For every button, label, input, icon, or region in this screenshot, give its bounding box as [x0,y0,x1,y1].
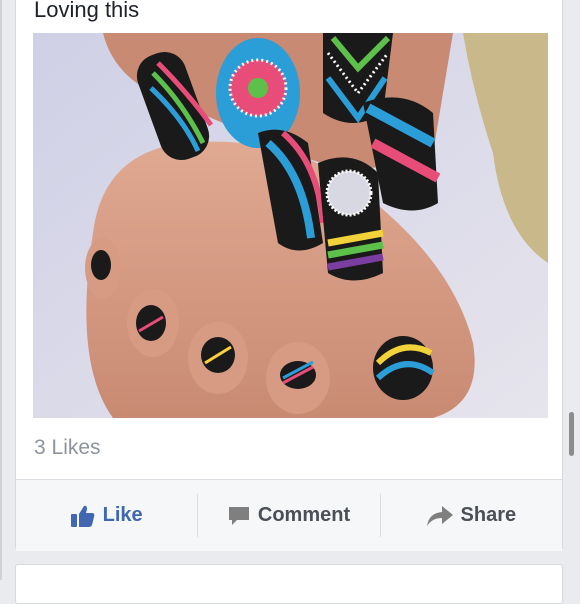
thumbs-up-icon [70,505,95,527]
comment-label: Comment [257,504,351,526]
like-button[interactable]: Like [16,480,197,551]
likes-count[interactable]: 3 Likes [34,436,101,460]
action-bar: Like Comment Share [16,480,562,551]
share-button[interactable]: Share [381,480,562,551]
post-photo[interactable] [33,33,548,418]
comment-icon [228,505,250,527]
left-edge [0,0,2,580]
like-label: Like [102,504,143,526]
share-label: Share [460,504,517,526]
share-arrow-icon [426,505,453,526]
post-card: Loving this 3 Likes Like Comment Share [15,0,563,551]
comment-button[interactable]: Comment [198,480,379,551]
nail-art-photo-icon [33,33,548,418]
next-post-card [15,564,563,604]
post-text: Loving this [34,0,140,22]
scrollbar[interactable] [569,412,574,456]
